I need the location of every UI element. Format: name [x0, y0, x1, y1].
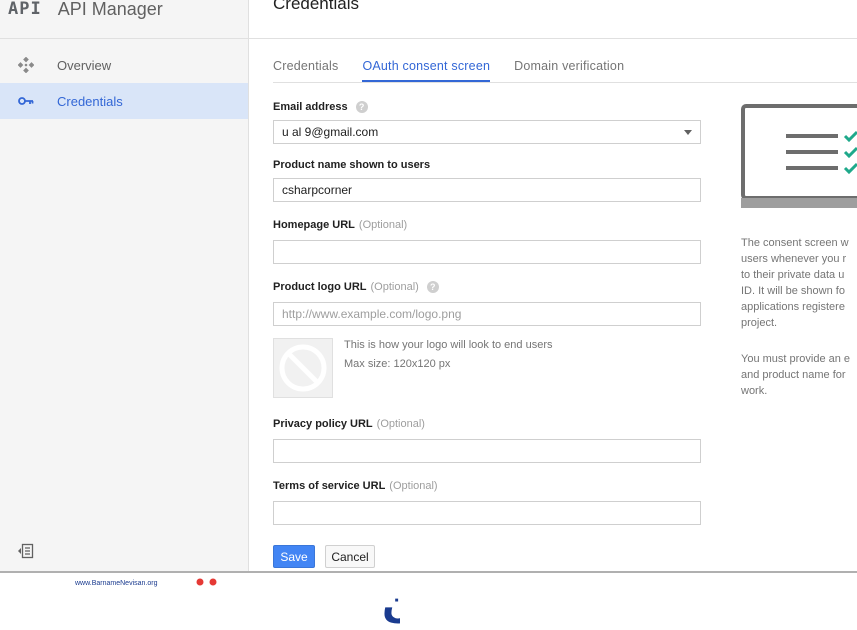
help-icon[interactable]: ? [426, 281, 439, 293]
sidebar-item-label: Credentials [57, 93, 123, 109]
tos-label-text: Terms of service URL [273, 480, 386, 492]
watermark-logo-text: برنامه نویسان [382, 581, 400, 625]
info-line: ID. It will be shown fo [741, 285, 845, 297]
email-label-text: Email address [273, 101, 348, 113]
consent-requirement-paragraph: You must provide an e and product name f… [741, 351, 857, 399]
product-name-label-text: Product name shown to users [273, 159, 431, 171]
optional-tag: (Optional) [370, 281, 419, 293]
api-logo: API [8, 0, 42, 19]
info-line: You must provide an e [741, 353, 851, 365]
app-title: API Manager [57, 0, 163, 19]
email-select-value: u al 9@gmail.com [282, 125, 379, 139]
optional-tag: (Optional) [358, 219, 408, 231]
page-title: Credentials [273, 0, 359, 13]
product-name-field[interactable] [273, 178, 701, 202]
homepage-label: Homepage URL (Optional) [273, 219, 407, 231]
homepage-field[interactable] [273, 240, 701, 264]
logo-preview [273, 338, 333, 398]
overview-icon [16, 57, 36, 73]
key-icon [16, 96, 36, 106]
product-name-input[interactable] [274, 179, 700, 201]
divider [0, 38, 248, 39]
tab-bar: Credentials OAuth consent screen Domain … [273, 52, 648, 82]
tos-field[interactable] [273, 501, 701, 525]
tab-credentials[interactable]: Credentials [273, 52, 338, 82]
consent-screen-illustration [741, 104, 857, 208]
logo-hint-text: This is how your logo will look to end u… [344, 339, 553, 351]
info-line: project. [741, 317, 778, 329]
sidebar-item-credentials[interactable]: Credentials [0, 83, 248, 119]
privacy-label: Privacy policy URL (Optional) [273, 418, 425, 430]
logo-url-label: Product logo URL (Optional) ? [273, 281, 439, 293]
tos-label: Terms of service URL (Optional) [273, 480, 438, 492]
watermark-logo: www.BarnameNevisan.org برنامه نویسان [74, 578, 660, 627]
divider [273, 82, 857, 83]
privacy-input[interactable] [274, 440, 700, 462]
logo-url-input[interactable] [274, 303, 700, 325]
homepage-label-text: Homepage URL [273, 219, 355, 231]
sidebar-item-label: Overview [57, 57, 112, 73]
collapse-sidebar-icon[interactable] [16, 542, 34, 560]
sidebar-item-overview[interactable]: Overview [0, 47, 248, 83]
no-image-icon [279, 344, 327, 392]
info-line: The consent screen w [741, 237, 849, 249]
privacy-label-text: Privacy policy URL [273, 418, 373, 430]
info-line: work. [741, 385, 768, 397]
app-window: API API Manager Overview Credentials Cre… [0, 0, 857, 571]
logo-url-field[interactable] [273, 302, 701, 326]
save-button[interactable]: Save [273, 545, 315, 568]
info-line: to their private data u [741, 269, 845, 281]
help-icon[interactable]: ? [355, 101, 368, 113]
homepage-input[interactable] [274, 241, 700, 263]
watermark-site-text: www.BarnameNevisan.org [74, 580, 158, 587]
optional-tag: (Optional) [389, 480, 438, 492]
info-line: users whenever you r [741, 253, 847, 265]
brand: API API Manager [8, 0, 163, 24]
tos-input[interactable] [274, 502, 700, 524]
info-line: applications registere [741, 301, 845, 313]
logo-size-text: Max size: 120x120 px [344, 358, 451, 370]
optional-tag: (Optional) [376, 418, 425, 430]
watermark-banner: www.BarnameNevisan.org برنامه نویسان [0, 573, 857, 627]
tab-oauth-consent-screen[interactable]: OAuth consent screen [362, 52, 491, 82]
dropdown-arrow-icon [684, 129, 692, 135]
email-label: Email address ? [273, 101, 368, 113]
sidebar: API API Manager Overview Credentials [0, 0, 249, 571]
product-name-label: Product name shown to users [273, 159, 430, 171]
logo-url-label-text: Product logo URL [273, 281, 367, 293]
cancel-button[interactable]: Cancel [325, 545, 375, 568]
info-line: and product name for [741, 369, 846, 381]
privacy-field[interactable] [273, 439, 701, 463]
consent-info-paragraph: The consent screen w users whenever you … [741, 235, 857, 331]
tab-domain-verification[interactable]: Domain verification [514, 52, 624, 82]
email-select[interactable]: u al 9@gmail.com [273, 120, 701, 144]
divider [249, 38, 857, 39]
